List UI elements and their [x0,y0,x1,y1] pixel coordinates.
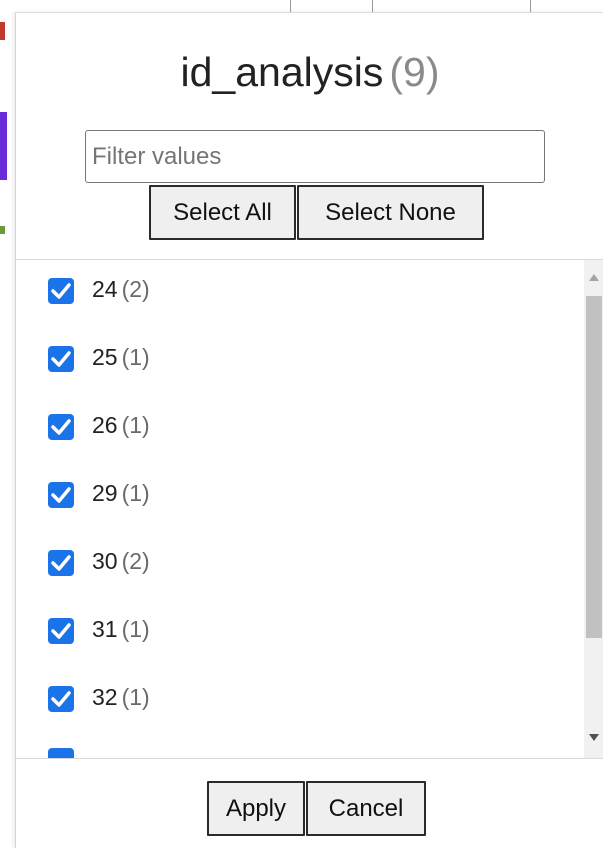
item-count: (1) [121,412,150,438]
background-divider [530,0,531,12]
checkbox-checked[interactable] [48,414,74,440]
item-label: 26 (1) [92,412,150,439]
item-count: (2) [121,276,150,302]
checkbox-checked[interactable] [48,482,74,508]
list-item[interactable]: 26 (1) [16,410,576,450]
item-count: (2) [121,548,150,574]
column-name: id_analysis [180,49,384,95]
background-mark [0,22,5,40]
list-item[interactable]: 25 (1) [16,342,576,382]
cancel-button[interactable]: Cancel [306,781,426,836]
list-item[interactable]: 30 (2) [16,546,576,586]
scroll-up-arrow-icon[interactable] [589,274,599,281]
filter-popup-header: id_analysis(9) Select All Select None [16,13,603,259]
background-mark [0,112,7,180]
checkmark-icon [51,623,71,639]
select-all-button[interactable]: Select All [149,185,296,240]
list-item[interactable]: 32 (1) [16,682,576,722]
item-value: 29 [92,480,118,506]
filter-values-input[interactable] [85,130,545,183]
checkmark-icon [51,555,71,571]
list-item[interactable]: 31 (1) [16,614,576,654]
item-label: 29 (1) [92,480,150,507]
list-item-partial[interactable] [16,744,576,758]
popup-title: id_analysis (9) [16,49,603,96]
checkbox-checked[interactable] [48,618,74,644]
item-label: 31 (1) [92,616,150,643]
item-label: 25 (1) [92,344,150,371]
checkmark-icon [51,487,71,503]
background-divider [290,0,291,12]
item-value: 24 [92,276,118,302]
checkbox-checked[interactable] [48,686,74,712]
background-page [0,0,16,847]
scroll-thumb[interactable] [586,296,602,638]
filter-popup: id_analysis(9) Select All Select None 24… [15,12,603,848]
apply-button[interactable]: Apply [207,781,305,836]
checkbox[interactable] [48,748,74,758]
scroll-down-arrow-icon[interactable] [589,734,599,741]
item-label: 30 (2) [92,548,150,575]
checkbox-checked[interactable] [48,550,74,576]
checkmark-icon [51,419,71,435]
item-count: (1) [121,684,150,710]
item-value: 32 [92,684,118,710]
value-count: (9) [389,49,440,95]
checkbox-checked[interactable] [48,346,74,372]
item-label: 24 (2) [92,276,150,303]
background-divider [372,0,373,12]
list-scrollbar[interactable] [584,260,603,758]
item-value: 30 [92,548,118,574]
list-item[interactable]: 29 (1) [16,478,576,518]
item-label: 32 (1) [92,684,150,711]
item-value: 31 [92,616,118,642]
checkmark-icon [51,351,71,367]
select-none-button[interactable]: Select None [297,185,484,240]
item-count: (1) [121,344,150,370]
item-count: (1) [121,480,150,506]
item-count: (1) [121,616,150,642]
item-value: 25 [92,344,118,370]
checkmark-icon [51,283,71,299]
item-value: 26 [92,412,118,438]
values-list[interactable]: 24 (2) 25 (1) 26 (1) 29 (1) 30 (2) 31 (1) 32 (1) [16,259,603,759]
checkmark-icon [51,691,71,707]
background-mark [0,226,5,234]
checkbox-checked[interactable] [48,278,74,304]
list-item[interactable]: 24 (2) [16,274,576,314]
